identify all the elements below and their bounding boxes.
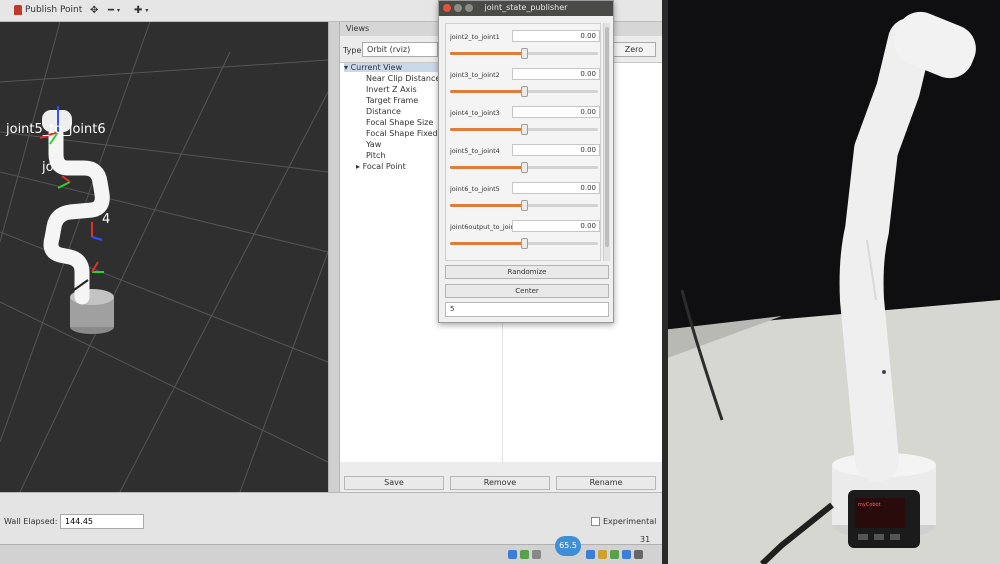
publish-point-label: Publish Point [25, 5, 83, 15]
save-button[interactable]: Save [344, 476, 444, 490]
remove-button[interactable]: Remove [450, 476, 550, 490]
robot-lcd-text: myCobot [858, 502, 881, 508]
center-button[interactable]: Center [445, 284, 609, 298]
experimental-label: Experimental [603, 517, 657, 526]
tree-item[interactable]: Invert Z Axis [366, 85, 417, 94]
tf-frame-label: jo [42, 160, 54, 175]
rename-button[interactable]: Rename [556, 476, 656, 490]
slider-fill [450, 166, 524, 169]
type-label: Type: [343, 46, 365, 55]
robot-camera-photo: myCobot [662, 0, 1000, 564]
tree-item-focal-point[interactable]: ▸ Focal Point [356, 162, 406, 171]
joint-slider-list: joint2_to_joint1 0.00 joint3_to_joint2 0… [445, 23, 601, 261]
joint-row: joint3_to_joint2 0.00 [446, 68, 602, 106]
tray-icon[interactable] [634, 550, 643, 559]
joint-value-field[interactable]: 0.00 [512, 144, 600, 156]
photo-scene [662, 0, 1000, 564]
chevron-down-icon: ▾ [117, 7, 121, 14]
joint-name: joint2_to_joint1 [450, 33, 500, 41]
screen: Publish Point ✥ ━ ▾ ✚ ▾ joint5_to_joint6… [0, 0, 1000, 564]
joint-slider[interactable] [450, 200, 598, 211]
wall-elapsed-field[interactable]: 144.45 [60, 514, 144, 529]
tray-icon[interactable] [508, 550, 517, 559]
randomize-button[interactable]: Randomize [445, 265, 609, 279]
tray-icon[interactable] [622, 550, 631, 559]
joint-slider[interactable] [450, 48, 598, 59]
chevron-down-icon: ▾ [145, 7, 149, 14]
slider-fill [450, 90, 524, 93]
tree-item[interactable]: Distance [366, 107, 401, 116]
joint-row: joint6output_to_joint6 0.00 [446, 220, 602, 258]
tree-item[interactable]: Target Frame [366, 96, 418, 105]
zero-button[interactable]: Zero [612, 42, 656, 57]
publish-point-tool[interactable]: Publish Point [14, 5, 82, 15]
jsp-scrollbar[interactable] [603, 23, 610, 261]
minus-tool[interactable]: ━ ▾ [108, 5, 120, 16]
joint-row: joint5_to_joint4 0.00 [446, 144, 602, 182]
slider-handle[interactable] [521, 238, 528, 249]
tf-frame-label: 4 [102, 212, 111, 227]
slider-handle[interactable] [521, 200, 528, 211]
joint-name: joint6output_to_joint6 [450, 223, 522, 231]
publish-point-icon [14, 5, 22, 15]
joint-value-field[interactable]: 0.00 [512, 220, 600, 232]
joint-slider[interactable] [450, 238, 598, 249]
tree-item[interactable]: Near Clip Distance [366, 74, 440, 83]
joint-row: joint4_to_joint3 0.00 [446, 106, 602, 144]
joint-name: joint5_to_joint4 [450, 147, 500, 155]
joint-value-field[interactable]: 0.00 [512, 30, 600, 42]
minus-icon: ━ [108, 5, 115, 16]
joint-name: joint6_to_joint5 [450, 185, 500, 193]
views-button-row: Save Remove Rename [340, 474, 662, 492]
slider-handle[interactable] [521, 124, 528, 135]
joint-value-field[interactable]: 0.00 [512, 182, 600, 194]
move-camera-tool[interactable]: ✥ [90, 5, 98, 16]
tray-icon[interactable] [532, 550, 541, 559]
view-type-select[interactable]: Orbit (rviz) [362, 42, 438, 57]
viewport-scene [0, 22, 328, 492]
tree-item[interactable]: Focal Shape Fixed [366, 129, 438, 138]
minimize-icon[interactable] [454, 4, 462, 12]
plus-icon: ✚ [134, 5, 143, 16]
slider-fill [450, 52, 524, 55]
rviz-window: Publish Point ✥ ━ ▾ ✚ ▾ joint5_to_joint6… [0, 0, 662, 564]
joint-slider[interactable] [450, 124, 598, 135]
joint-row: joint6_to_joint5 0.00 [446, 182, 602, 220]
scrollbar-thumb[interactable] [605, 27, 609, 247]
slider-fill [450, 204, 524, 207]
tree-item[interactable]: Pitch [366, 151, 385, 160]
joint-row: joint2_to_joint1 0.00 [446, 30, 602, 68]
close-icon[interactable] [443, 4, 451, 12]
tray-icon[interactable] [610, 550, 619, 559]
slider-fill [450, 128, 524, 131]
tray-icon[interactable] [586, 550, 595, 559]
maximize-icon[interactable] [465, 4, 473, 12]
experimental-checkbox[interactable] [591, 517, 600, 526]
slider-fill [450, 242, 524, 245]
slider-handle[interactable] [521, 86, 528, 97]
tray-status-badge[interactable]: 65.5 [555, 536, 581, 556]
joint-name: joint4_to_joint3 [450, 109, 500, 117]
tray-icon[interactable] [598, 550, 607, 559]
joint-value-field[interactable]: 0.00 [512, 106, 600, 118]
joint-name: joint3_to_joint2 [450, 71, 500, 79]
slider-handle[interactable] [521, 162, 528, 173]
joint-value-field[interactable]: 0.00 [512, 68, 600, 80]
tray-icon[interactable] [520, 550, 529, 559]
tree-item[interactable]: Yaw [366, 140, 381, 149]
jsp-title: joint_state_publisher [484, 3, 568, 12]
tree-item[interactable]: Focal Shape Size [366, 118, 433, 127]
slider-handle[interactable] [521, 48, 528, 59]
joint-slider[interactable] [450, 86, 598, 97]
wall-elapsed-label: Wall Elapsed: [4, 517, 58, 526]
panel-splitter[interactable] [328, 22, 340, 492]
joint-slider[interactable] [450, 162, 598, 173]
move-icon: ✥ [90, 5, 99, 16]
joint-count-spinbox[interactable]: 5 [445, 302, 609, 317]
joint-state-publisher-window: joint_state_publisher joint2_to_joint1 0… [438, 0, 614, 323]
jsp-titlebar[interactable]: joint_state_publisher [439, 1, 613, 16]
plus-tool[interactable]: ✚ ▾ [134, 5, 148, 16]
tf-frame-label: joint5_to_joint6 [6, 122, 106, 137]
3d-viewport[interactable]: joint5_to_joint6 jo 4 [0, 22, 328, 492]
